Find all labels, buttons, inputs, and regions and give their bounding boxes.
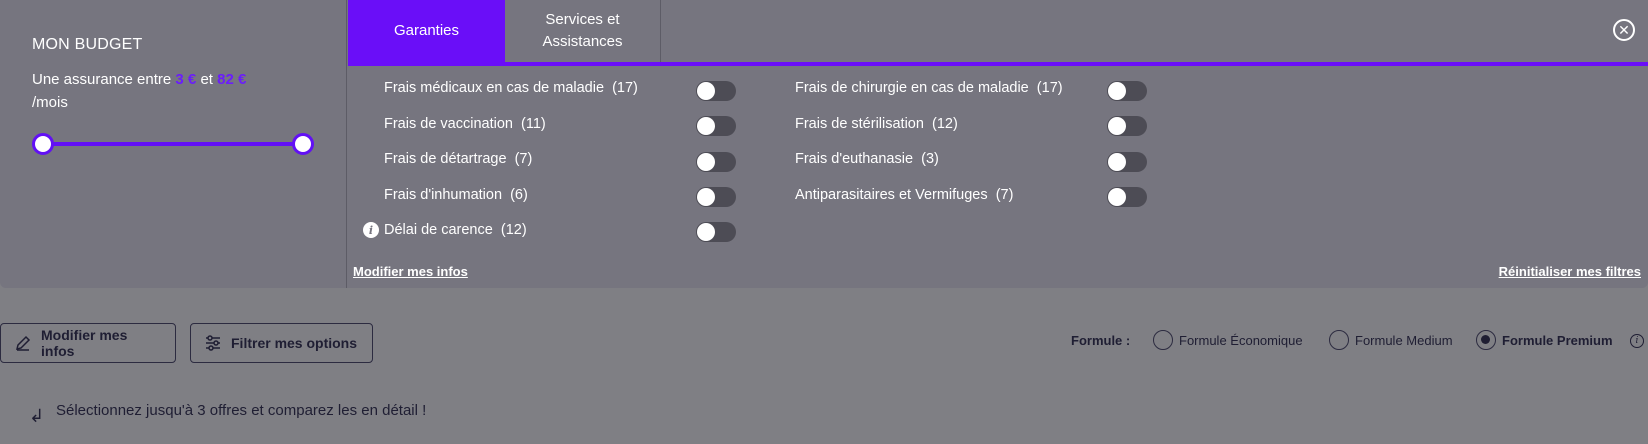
- toggle-frais-vaccination[interactable]: [696, 116, 736, 136]
- tab-garanties[interactable]: Garanties: [348, 0, 505, 62]
- filter-options-button[interactable]: Filtrer mes options: [190, 323, 373, 363]
- filter-label: Frais d'euthanasie: [795, 151, 914, 167]
- toggle-delai-carence[interactable]: [696, 222, 736, 242]
- filter-delai-carence: Délai de carence (12): [384, 219, 527, 241]
- radio-label: Formule Économique: [1179, 332, 1303, 348]
- radio-label: Formule Medium: [1355, 332, 1453, 348]
- close-icon[interactable]: ✕: [1613, 19, 1635, 41]
- filter-frais-chirurgie: Frais de chirurgie en cas de maladie (17…: [795, 77, 1063, 99]
- pencil-icon: [15, 335, 31, 351]
- budget-connector: et: [200, 71, 213, 88]
- modify-info-button[interactable]: Modifier mes infos: [0, 323, 176, 363]
- active-tab-underline: [348, 62, 1648, 66]
- toggle-frais-euthanasie[interactable]: [1107, 152, 1147, 172]
- sliders-icon: [205, 335, 221, 351]
- budget-title: MON BUDGET: [32, 36, 143, 53]
- filter-label: Frais de vaccination: [384, 116, 513, 132]
- budget-min-amount: 3 €: [175, 71, 197, 88]
- compare-hint: Sélectionnez jusqu'à 3 offres et compare…: [56, 402, 427, 419]
- filter-label: Antiparasitaires et Vermifuges: [795, 187, 988, 203]
- budget-text-prefix: Une assurance entre: [32, 71, 172, 88]
- filters-panel: MON BUDGET Une assurance entre 3 € et 82…: [0, 0, 1648, 288]
- radio-circle[interactable]: [1153, 330, 1173, 350]
- budget-range-text: Une assurance entre 3 € et 82 € /mois: [32, 68, 292, 114]
- toggle-frais-medicaux[interactable]: [696, 81, 736, 101]
- filter-count: (17): [1036, 80, 1063, 96]
- info-icon[interactable]: i: [363, 222, 379, 238]
- filter-frais-euthanasie: Frais d'euthanasie (3): [795, 148, 939, 170]
- toggle-frais-chirurgie[interactable]: [1107, 81, 1147, 101]
- budget-range-slider[interactable]: [32, 132, 314, 156]
- budget-section: MON BUDGET Une assurance entre 3 € et 82…: [0, 0, 347, 288]
- filter-antiparasitaires: Antiparasitaires et Vermifuges (7): [795, 184, 1013, 206]
- slider-track: [42, 142, 304, 146]
- tab-services-label: Services et Assistances: [542, 11, 623, 50]
- filter-count: (12): [932, 116, 958, 132]
- arrow-down-left-icon: ↲: [29, 406, 45, 426]
- budget-max-amount: 82 €: [217, 71, 247, 88]
- radio-formule-premium[interactable]: Formule Premium: [1476, 330, 1613, 350]
- filter-count: (12): [500, 222, 527, 238]
- radio-formule-economique[interactable]: Formule Économique: [1153, 330, 1303, 350]
- filter-frais-detartrage: Frais de détartrage (7): [384, 148, 532, 170]
- filter-label: Frais de chirurgie en cas de maladie: [795, 80, 1029, 96]
- budget-text-suffix: /mois: [32, 94, 68, 111]
- filter-count: (3): [921, 151, 939, 167]
- modify-info-link[interactable]: Modifier mes infos: [353, 264, 468, 279]
- info-icon[interactable]: i: [1630, 334, 1644, 348]
- slider-max-thumb[interactable]: [292, 133, 314, 155]
- tab-services-assistances[interactable]: Services et Assistances: [505, 0, 661, 62]
- radio-circle[interactable]: [1329, 330, 1349, 350]
- radio-label: Formule Premium: [1502, 332, 1613, 348]
- tabs: Garanties Services et Assistances: [348, 0, 1648, 62]
- filter-frais-sterilisation: Frais de stérilisation (12): [795, 113, 958, 135]
- filter-count: (6): [510, 187, 528, 203]
- filter-count: (11): [521, 116, 546, 132]
- filter-count: (7): [514, 151, 533, 167]
- formule-label: Formule :: [1071, 333, 1131, 348]
- toggle-frais-detartrage[interactable]: [696, 152, 736, 172]
- filter-count: (7): [995, 187, 1014, 203]
- filter-options-label: Filtrer mes options: [231, 335, 358, 351]
- filter-label: Frais de stérilisation: [795, 116, 924, 132]
- filter-label: Frais de détartrage: [384, 151, 507, 167]
- filter-label: Délai de carence: [384, 222, 493, 238]
- radio-formule-medium[interactable]: Formule Medium: [1329, 330, 1453, 350]
- toggle-frais-sterilisation[interactable]: [1107, 116, 1147, 136]
- filter-label: Frais d'inhumation: [384, 187, 503, 203]
- modify-info-label: Modifier mes infos: [41, 327, 128, 359]
- filter-frais-vaccination: Frais de vaccination (11): [384, 113, 546, 135]
- toggle-frais-inhumation[interactable]: [696, 187, 736, 207]
- filter-frais-medicaux: Frais médicaux en cas de maladie (17): [384, 77, 638, 99]
- reset-filters-link[interactable]: Réinitialiser mes filtres: [1499, 264, 1641, 279]
- slider-min-thumb[interactable]: [32, 133, 54, 155]
- radio-circle-checked[interactable]: [1476, 330, 1496, 350]
- filter-count: (17): [612, 80, 638, 96]
- toggle-antiparasitaires[interactable]: [1107, 187, 1147, 207]
- filter-frais-inhumation: Frais d'inhumation (6): [384, 184, 528, 206]
- filter-label: Frais médicaux en cas de maladie: [384, 80, 605, 96]
